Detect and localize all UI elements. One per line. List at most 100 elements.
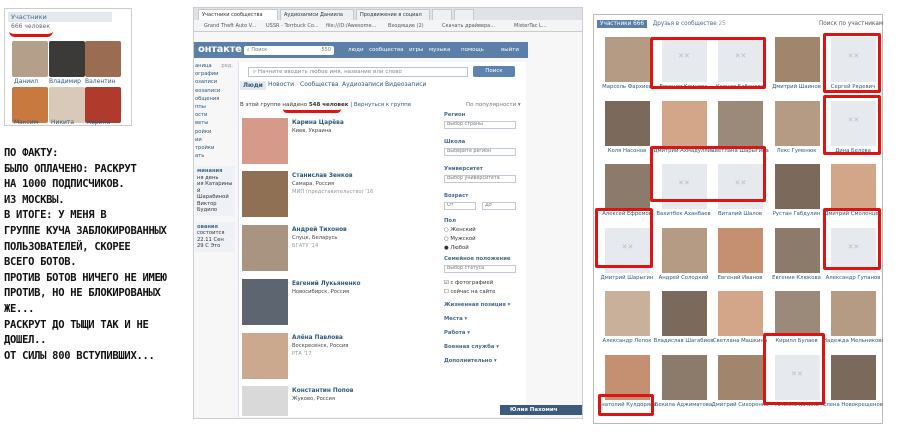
bookmark[interactable]: MisterTac L... (514, 23, 547, 29)
member-cell[interactable]: Евгений Иванов (710, 227, 770, 286)
member-name[interactable]: Лекс Гуменюк (767, 148, 827, 154)
browser-tab[interactable]: Участники сообщества (198, 9, 278, 20)
member-cell[interactable]: Владислав Шагабиев (654, 291, 714, 349)
member-cell[interactable]: Елена Новокрещенова (823, 354, 883, 413)
person-avatar[interactable] (242, 386, 288, 416)
browser-tab[interactable]: Продвижение в социал (356, 9, 430, 20)
member-avatar[interactable] (605, 164, 650, 209)
bookmark[interactable]: Входящие (2) (388, 23, 424, 29)
member-cell[interactable]: Дмитрий Сихоренко (710, 354, 770, 413)
browser-tab[interactable] (454, 9, 474, 20)
sex-female-radio[interactable]: ○ Женский (444, 227, 476, 233)
member-name[interactable]: Владимир (49, 78, 81, 85)
tab-communities[interactable]: Сообщества (300, 81, 339, 88)
vk-nav-people[interactable]: люди (348, 47, 364, 53)
member-avatar[interactable] (605, 354, 650, 400)
tab-friends[interactable]: Друзья в сообществе 25 (653, 21, 726, 27)
member-cell[interactable]: Рустан Габдулин (767, 164, 827, 222)
person-avatar[interactable] (242, 118, 288, 164)
bookmark[interactable]: Grand Theft Auto V... (204, 23, 256, 29)
member-avatar[interactable] (831, 164, 876, 209)
left-menu-item[interactable]: веты (195, 119, 235, 127)
browser-tab[interactable]: Аудиозаписи Даниила (280, 9, 354, 20)
person-name[interactable]: Станислав Зенков (292, 173, 353, 179)
members-widget-header[interactable]: Участники (8, 12, 112, 22)
member-avatar[interactable] (661, 227, 707, 273)
member-avatar[interactable] (605, 291, 650, 336)
member-name[interactable]: Светлана Машкина (710, 338, 770, 344)
member-avatar[interactable] (661, 354, 707, 400)
member-avatar[interactable] (774, 37, 820, 82)
member-cell[interactable]: Лекс Гуменюк (767, 100, 827, 159)
tab-members[interactable]: Участники 666 (597, 20, 647, 28)
member-name[interactable]: Рустан Габдулин (767, 211, 827, 217)
member-avatar[interactable] (605, 37, 650, 82)
left-menu-item[interactable]: ости (195, 111, 235, 119)
university-select[interactable]: Выбор университета (444, 175, 516, 183)
member-name[interactable]: Евгения Клюкова (767, 275, 827, 281)
members-search-link[interactable]: Поиск по участникам (819, 21, 883, 27)
member-name[interactable]: Александр Гупанов (823, 275, 883, 281)
sex-any-radio[interactable]: ● Любой (444, 245, 469, 251)
bookmark[interactable]: Скачать драйвера... (442, 23, 495, 29)
member-cell[interactable]: Надежда Мельникова (823, 291, 883, 349)
person-avatar[interactable] (242, 279, 288, 325)
member-avatar[interactable] (661, 100, 707, 146)
member-avatar[interactable] (718, 291, 763, 336)
browser-tab[interactable] (432, 9, 452, 20)
vk-nav-games[interactable]: игры (409, 47, 423, 53)
vk-nav-communities[interactable]: сообщества (369, 47, 404, 53)
online-checkbox[interactable]: ☐ сейчас на сайте (444, 289, 495, 295)
bookmark[interactable]: file:///D:/Awesome... (326, 23, 376, 29)
member-avatar[interactable] (85, 87, 121, 123)
bookmark[interactable]: USSR - Torrbuck Co... (266, 23, 319, 29)
member-name[interactable]: Дмитрий Шаинов (767, 84, 827, 90)
tab-video[interactable]: Видеозаписи (385, 81, 426, 88)
members-count[interactable]: 666 человек (11, 23, 50, 30)
age-from-select[interactable]: От (444, 202, 476, 210)
member-avatar[interactable] (831, 354, 876, 400)
member-name[interactable]: Карина (87, 119, 110, 126)
member-avatar[interactable] (605, 100, 650, 146)
tab-news[interactable]: Новости (268, 81, 294, 88)
person-name[interactable]: Константин Попов (292, 388, 353, 394)
vk-nav-logout[interactable]: выйти (501, 47, 519, 53)
country-select[interactable]: Выбор страны (444, 121, 516, 129)
person-name[interactable]: Евгений Лукьяненко (292, 281, 361, 287)
member-name[interactable]: Максим (14, 119, 38, 126)
member-avatar[interactable] (774, 291, 820, 336)
member-avatar[interactable] (85, 41, 121, 77)
person-avatar[interactable] (242, 171, 288, 217)
member-name[interactable]: Коля Насонов (597, 148, 657, 154)
left-menu-item[interactable]: тройки (195, 144, 235, 152)
left-menu-item[interactable]: ографии (195, 70, 235, 78)
member-name[interactable]: Дмитрий Сихоренко (710, 402, 770, 408)
member-name[interactable]: Евгений Иванов (710, 275, 770, 281)
person-name[interactable]: Карина Царёва (292, 120, 344, 126)
member-name[interactable]: Андрей Солодкий (654, 275, 714, 281)
vk-nav-help[interactable]: помощь (461, 47, 484, 53)
tab-people[interactable]: Люди (240, 81, 266, 90)
search-result-row[interactable]: Карина Царёва Киев, Украина (240, 118, 440, 170)
left-menu-item[interactable]: ройки (195, 128, 235, 136)
search-result-row[interactable]: Андрей Тихонов Слуцк, Беларусь БГАТУ '14 (240, 225, 440, 277)
member-cell[interactable]: Коля Насонов (597, 100, 657, 159)
member-cell[interactable]: Бекила Аджиматова (654, 354, 714, 413)
person-name[interactable]: Алёна Павлова (292, 335, 343, 341)
work-toggle[interactable]: Работа ▾ (444, 330, 470, 336)
member-name[interactable]: Елена Новокрещенова (823, 402, 883, 408)
member-cell[interactable]: Александр Лепок (597, 291, 657, 349)
tab-audio[interactable]: Аудиозаписи (342, 81, 383, 88)
person-name[interactable]: Андрей Тихонов (292, 227, 347, 233)
member-cell[interactable]: Светлана Машкина (710, 291, 770, 349)
member-avatar[interactable] (774, 100, 820, 146)
person-avatar[interactable] (242, 225, 288, 271)
member-name[interactable]: Бекила Аджиматова (654, 402, 714, 408)
vk-nav-music[interactable]: музыка (429, 47, 450, 53)
member-cell[interactable]: Дмитрий Шаинов (767, 37, 827, 95)
member-name[interactable]: Виталий Шалов (710, 211, 770, 217)
search-button[interactable]: Поиск (473, 66, 515, 77)
left-menu-item[interactable]: общения (195, 95, 235, 103)
age-to-select[interactable]: До (482, 202, 516, 210)
left-menu-item[interactable]: ать (195, 152, 235, 160)
